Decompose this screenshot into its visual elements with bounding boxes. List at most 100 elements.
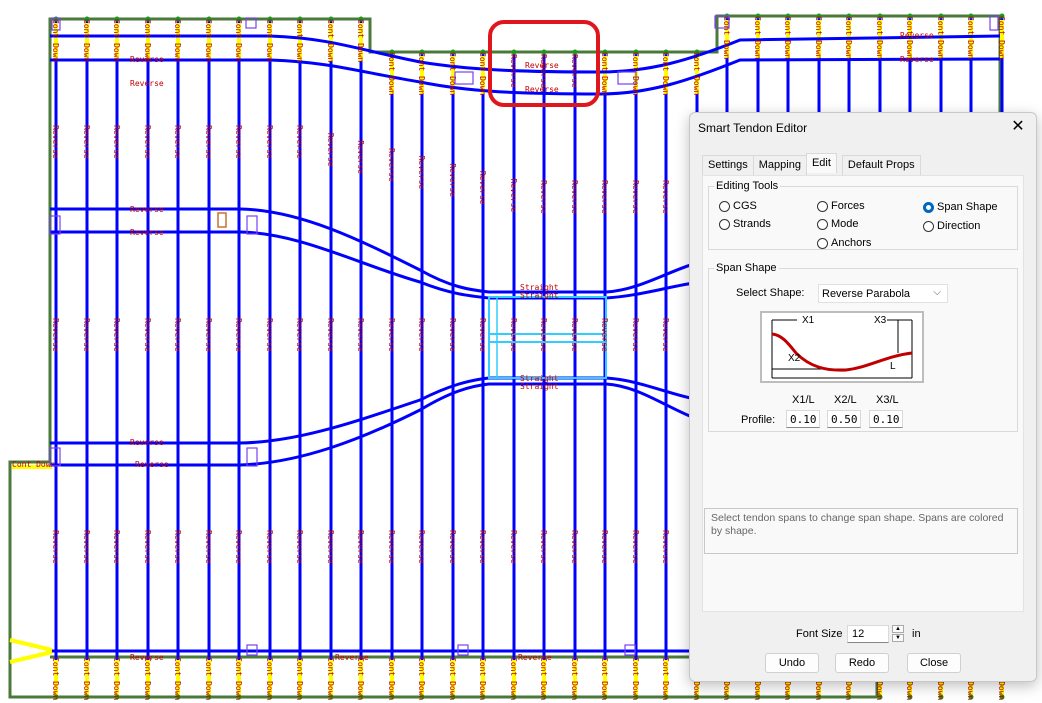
cont-down-label: Cont Down	[631, 657, 640, 701]
reverse-label: Reverse	[478, 318, 487, 352]
tendon-span-label: Reverse	[900, 31, 934, 40]
x1l-input[interactable]: 0.10	[786, 410, 820, 428]
tab-mapping[interactable]: Mapping	[752, 155, 807, 175]
reverse-label: Reverse	[539, 180, 548, 214]
cont-down-label: Cont Down	[600, 52, 609, 96]
tab-bar: Settings Mapping Edit Default Props	[702, 153, 921, 175]
radio-cgs[interactable]: CGS	[719, 200, 757, 212]
radio-label: Mode	[831, 218, 859, 230]
profile-label: Profile:	[741, 414, 776, 426]
reverse-label: Reverse	[387, 318, 396, 352]
tendon-span-label: Reverse	[130, 438, 164, 447]
cont-down-label: Cont Down	[783, 16, 792, 60]
cont-down-label: Cont Down	[875, 16, 884, 60]
x3l-input[interactable]: 0.10	[869, 410, 903, 428]
cont-down-label: Cont Down	[326, 19, 335, 63]
tendon-span-label: Reverse	[130, 205, 164, 214]
radio-button-icon	[817, 237, 828, 249]
shape-select[interactable]: Reverse Parabola ⌵	[818, 284, 948, 303]
reverse-label: Reverse	[478, 530, 487, 564]
radio-forces[interactable]: Forces	[817, 200, 865, 212]
cont-down-label: Cont Down	[12, 460, 56, 469]
select-shape-label: Select Shape:	[736, 287, 805, 299]
tendon-span-label: Straight	[520, 382, 559, 391]
tab-settings[interactable]: Settings	[702, 155, 754, 175]
close-button[interactable]: Close	[907, 653, 961, 673]
undo-button[interactable]: Undo	[765, 653, 819, 673]
radio-strands[interactable]: Strands	[719, 218, 771, 230]
font-size-input[interactable]: 12	[847, 625, 889, 643]
cont-down-label: Cont Down	[326, 657, 335, 701]
reverse-label: Reverse	[448, 163, 457, 197]
reverse-label: Reverse	[509, 530, 518, 564]
reverse-label: Reverse	[448, 318, 457, 352]
tab-default-props[interactable]: Default Props	[841, 155, 921, 175]
span-shape-legend: Span Shape	[716, 262, 777, 274]
column-header-x2l: X2/L	[834, 394, 857, 406]
edit-tab-panel: Editing Tools CGS Strands Forces Mode An…	[702, 175, 1024, 612]
reverse-label: Reverse	[661, 530, 670, 564]
cont-down-highlight	[9, 650, 53, 664]
diagram-label-l: L	[890, 361, 896, 372]
font-size-unit: in	[912, 628, 921, 640]
cont-down-label: Cont Down	[82, 19, 91, 63]
reverse-label: Reverse	[631, 180, 640, 214]
reverse-label: Reverse	[173, 318, 182, 352]
spin-down-icon[interactable]: ▼	[892, 634, 904, 642]
font-size-stepper[interactable]: ▲ ▼	[892, 625, 904, 643]
editing-tools-legend: Editing Tools	[716, 180, 779, 192]
cont-down-label: Cont Down	[295, 657, 304, 701]
reverse-label: Reverse	[173, 125, 182, 159]
reverse-label: Reverse	[51, 318, 60, 352]
reverse-label: Reverse	[509, 179, 518, 213]
cont-down-label: Cont Down	[936, 16, 945, 60]
reverse-label: Reverse	[356, 140, 365, 174]
reverse-label: Reverse	[387, 530, 396, 564]
reverse-label: Reverse	[387, 148, 396, 182]
radio-button-icon	[719, 200, 730, 212]
reverse-label: Reverse	[112, 530, 121, 564]
spin-up-icon[interactable]: ▲	[892, 625, 904, 633]
reverse-label: Reverse	[204, 125, 213, 159]
cont-down-label: Cont Down	[204, 657, 213, 701]
reverse-label: Reverse	[173, 530, 182, 564]
reverse-label: Reverse	[265, 318, 274, 352]
font-size-label: Font Size	[796, 628, 843, 640]
column-header-x1l: X1/L	[792, 394, 815, 406]
span-shape-group: Span Shape Select Shape: Reverse Parabol…	[708, 262, 1018, 432]
radio-label: Direction	[937, 220, 981, 232]
reverse-label: Reverse	[631, 530, 640, 564]
reverse-label: Reverse	[82, 125, 91, 159]
cont-down-label: Cont Down	[173, 19, 182, 63]
cont-down-label: Cont Down	[387, 52, 396, 96]
reverse-label: Reverse	[82, 530, 91, 564]
radio-anchors[interactable]: Anchors	[817, 237, 871, 249]
reverse-label: Reverse	[265, 125, 274, 159]
reverse-label: Reverse	[82, 318, 91, 352]
reverse-label: Reverse	[234, 318, 243, 352]
cont-down-label: Cont Down	[448, 657, 457, 701]
reverse-label: Reverse	[295, 318, 304, 352]
cont-down-label: Cont Down	[844, 16, 853, 60]
close-icon[interactable]: ✕	[1008, 117, 1028, 137]
radio-button-selected-icon	[923, 201, 934, 213]
tendon-span-label: Reverse	[130, 55, 164, 64]
reverse-label: Reverse	[570, 54, 579, 88]
radio-label: Forces	[831, 200, 865, 212]
reverse-label: Reverse	[661, 318, 670, 352]
reverse-label: Reverse	[143, 318, 152, 352]
reverse-label: Reverse	[631, 318, 640, 352]
redo-button[interactable]: Redo	[835, 653, 889, 673]
tab-edit[interactable]: Edit	[805, 153, 837, 173]
reverse-label: Reverse	[570, 530, 579, 564]
cont-down-label: Cont Down	[265, 19, 274, 63]
radio-span-shape[interactable]: Span Shape	[923, 201, 998, 213]
reverse-label: Reverse	[509, 54, 518, 88]
reverse-label: Reverse	[448, 530, 457, 564]
radio-mode[interactable]: Mode	[817, 218, 859, 230]
x2l-input[interactable]: 0.50	[827, 410, 861, 428]
radio-direction[interactable]: Direction	[923, 220, 980, 232]
radio-button-icon	[923, 220, 934, 232]
tendon-span-label: Reverse	[130, 653, 164, 662]
reverse-label: Reverse	[356, 318, 365, 352]
